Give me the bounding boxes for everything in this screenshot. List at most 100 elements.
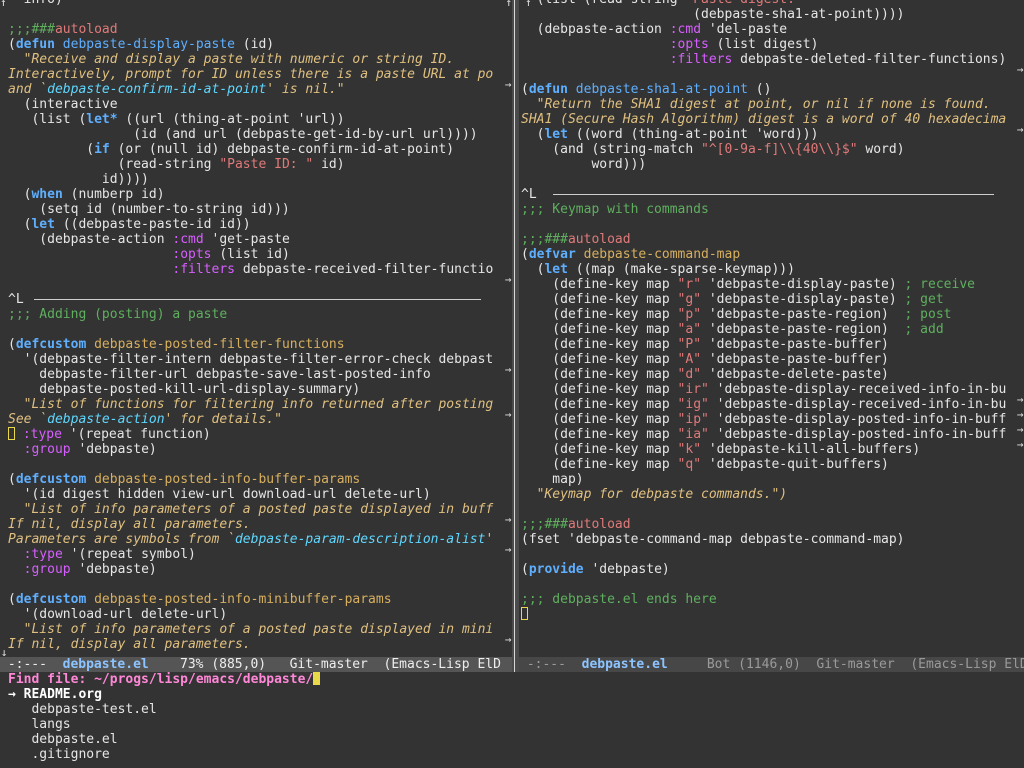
code-line[interactable]: (define-key map "q" 'debpaste-quit-buffe… xyxy=(519,457,1006,472)
code-line[interactable] xyxy=(0,7,493,22)
code-line[interactable]: (define-key map "ir" 'debpaste-display-r… xyxy=(519,382,1006,397)
code-line[interactable]: "Return the SHA1 digest at point, or nil… xyxy=(519,97,1006,112)
code-line[interactable]: (debpaste-action :cmd 'get-paste xyxy=(0,232,493,247)
code-line[interactable] xyxy=(519,172,1006,187)
code-line[interactable] xyxy=(519,67,1006,82)
code-line[interactable]: ;;; Keymap with commands xyxy=(519,202,1006,217)
code-line[interactable]: :opts (list id) xyxy=(0,247,493,262)
code-line[interactable]: ;;; Adding (posting) a paste xyxy=(0,307,493,322)
completion-candidate[interactable]: .gitignore xyxy=(0,747,1024,762)
completion-candidate[interactable]: debpaste.el xyxy=(0,732,1024,747)
code-line[interactable]: SHA1 (Secure Hash Algorithm) digest is a… xyxy=(519,112,1006,127)
code-line[interactable]: "List of info parameters of a posted pas… xyxy=(0,502,494,517)
code-line[interactable] xyxy=(0,577,493,592)
code-line[interactable]: '(debpaste-filter-intern debpaste-filter… xyxy=(0,352,494,367)
code-line[interactable]: If nil, display all parameters. xyxy=(0,517,493,532)
code-line[interactable]: debpaste-posted-kill-url-display-summary… xyxy=(0,382,493,397)
code-line[interactable]: (define-key map "A" 'debpaste-paste-buff… xyxy=(519,352,1006,367)
code-line[interactable]: (let ((word (thing-at-point 'word))) xyxy=(519,127,1006,142)
code-line[interactable]: (fset 'debpaste-command-map debpaste-com… xyxy=(519,532,1006,547)
code-line[interactable]: (when (numberp id) xyxy=(0,187,493,202)
code-line[interactable]: (debpaste-action :cmd 'del-paste xyxy=(519,22,1006,37)
code-line[interactable]: (list (read-string "Paste digest: " xyxy=(519,0,1006,7)
code-line[interactable]: ;;;###autoload xyxy=(519,232,1006,247)
code-line[interactable]: (provide 'debpaste) xyxy=(519,562,1006,577)
code-line[interactable]: '(download-url delete-url) xyxy=(0,607,493,622)
code-line[interactable]: :type '(repeat function) xyxy=(0,427,493,442)
completion-candidate[interactable]: → README.org xyxy=(0,687,1024,702)
code-line[interactable]: (interactive xyxy=(0,97,493,112)
code-line[interactable]: (defun debpaste-display-paste (id) xyxy=(0,37,493,52)
code-line[interactable] xyxy=(519,547,1006,562)
code-line[interactable]: word))) xyxy=(519,157,1006,172)
code-line[interactable] xyxy=(519,577,1006,592)
code-line[interactable]: (define-key map "p" 'debpaste-paste-regi… xyxy=(519,307,1006,322)
code-line[interactable]: ;;;###autoload xyxy=(0,22,493,37)
code-line[interactable]: (defcustom debpaste-posted-info-buffer-p… xyxy=(0,472,493,487)
left-editor-window[interactable]: ↑ ↑ info);;;###autoload(defun debpaste-d… xyxy=(0,0,512,657)
code-line[interactable]: "Keymap for debpaste commands.") xyxy=(519,487,1006,502)
code-line[interactable] xyxy=(0,322,493,337)
code-line[interactable]: (if (or (null id) debpaste-confirm-id-at… xyxy=(0,142,493,157)
code-line[interactable]: '(id digest hidden view-url download-url… xyxy=(0,487,493,502)
code-line[interactable]: (let ((map (make-sparse-keymap))) xyxy=(519,262,1006,277)
code-line[interactable]: (id (and url (debpaste-get-id-by-url url… xyxy=(0,127,493,142)
find-file-prompt-line[interactable]: Find file: ~/progs/lisp/emacs/debpaste/ xyxy=(0,672,1024,687)
code-line[interactable]: Interactively, prompt for ID unless ther… xyxy=(0,67,493,82)
code-line[interactable] xyxy=(519,607,1006,622)
mode-line-buffer-name[interactable]: debpaste.el xyxy=(63,657,149,672)
code-line[interactable]: map) xyxy=(519,472,1006,487)
right-mode-line[interactable]: -:--- debpaste.el Bot (1146,0) Git-maste… xyxy=(519,657,1024,672)
code-line[interactable]: (defcustom debpaste-posted-filter-functi… xyxy=(0,337,493,352)
minibuffer[interactable]: Find file: ~/progs/lisp/emacs/debpaste/ … xyxy=(0,672,1024,768)
window-divider[interactable] xyxy=(512,0,519,672)
code-line[interactable]: info) xyxy=(0,0,493,7)
code-line[interactable]: id)))) xyxy=(0,172,493,187)
mode-line-buffer-name[interactable]: debpaste.el xyxy=(582,657,668,672)
code-line[interactable]: (setq id (number-to-string id))) xyxy=(0,202,493,217)
code-line[interactable]: See `debpaste-action' for details." xyxy=(0,412,493,427)
code-line[interactable]: (list (let* ((url (thing-at-point 'url)) xyxy=(0,112,493,127)
code-line[interactable]: (define-key map "g" 'debpaste-display-pa… xyxy=(519,292,1006,307)
code-line[interactable]: (define-key map "ia" 'debpaste-display-p… xyxy=(519,427,1006,442)
left-mode-line[interactable]: -:--- debpaste.el 73% (885,0) Git-master… xyxy=(0,657,512,672)
code-line[interactable]: (defcustom debpaste-posted-info-minibuff… xyxy=(0,592,493,607)
code-line[interactable]: :group 'debpaste) xyxy=(0,442,493,457)
code-line[interactable]: :type '(repeat symbol) xyxy=(0,547,493,562)
code-line[interactable]: (define-key map "ig" 'debpaste-display-r… xyxy=(519,397,1006,412)
code-line[interactable]: ^L xyxy=(519,187,1006,202)
code-line[interactable]: Parameters are symbols from `debpaste-pa… xyxy=(0,532,493,547)
code-line[interactable]: :opts (list digest) xyxy=(519,37,1006,52)
completion-candidate[interactable]: langs xyxy=(0,717,1024,732)
code-line[interactable]: (define-key map "a" 'debpaste-paste-regi… xyxy=(519,322,1006,337)
code-line[interactable]: (define-key map "d" 'debpaste-delete-pas… xyxy=(519,367,1006,382)
right-editor-window[interactable]: ↑ (list (read-string "Paste digest: " (d… xyxy=(519,0,1024,657)
completion-candidate[interactable]: debpaste-test.el xyxy=(0,702,1024,717)
code-line[interactable]: and `debpaste-confirm-id-at-point' is ni… xyxy=(0,82,493,97)
code-line[interactable]: :filters debpaste-deleted-filter-functio… xyxy=(519,52,1007,67)
code-line[interactable]: :filters debpaste-received-filter-functi… xyxy=(0,262,493,277)
right-code-buffer[interactable]: (list (read-string "Paste digest: " (deb… xyxy=(519,0,1006,622)
code-line[interactable]: If nil, display all parameters. xyxy=(0,637,493,652)
code-line[interactable]: ;;;###autoload xyxy=(519,517,1006,532)
code-line[interactable]: (let ((debpaste-paste-id id)) xyxy=(0,217,493,232)
code-line[interactable]: (define-key map "r" 'debpaste-display-pa… xyxy=(519,277,1006,292)
code-line[interactable] xyxy=(519,217,1006,232)
find-file-input[interactable]: ~/progs/lisp/emacs/debpaste/ xyxy=(94,672,313,687)
code-line[interactable]: (define-key map "P" 'debpaste-paste-buff… xyxy=(519,337,1006,352)
code-line[interactable]: ;;; debpaste.el ends here xyxy=(519,592,1006,607)
code-line[interactable]: "List of functions for filtering info re… xyxy=(0,397,494,412)
code-line[interactable]: (define-key map "ip" 'debpaste-display-p… xyxy=(519,412,1006,427)
code-line[interactable]: ^L xyxy=(0,292,493,307)
code-line[interactable]: (defvar debpaste-command-map xyxy=(519,247,1006,262)
code-line[interactable]: (and (string-match "^[0-9a-f]\\{40\\}$" … xyxy=(519,142,1006,157)
code-line[interactable] xyxy=(0,277,493,292)
code-line[interactable]: debpaste-filter-url debpaste-save-last-p… xyxy=(0,367,493,382)
code-line[interactable]: "List of info parameters of a posted pas… xyxy=(0,622,494,637)
code-line[interactable]: :group 'debpaste) xyxy=(0,562,493,577)
left-code-buffer[interactable]: info) ;;;###autoload(defun debpaste-displ… xyxy=(0,0,493,652)
code-line[interactable]: (define-key map "k" 'debpaste-kill-all-b… xyxy=(519,442,1006,457)
code-line[interactable]: "Receive and display a paste with numeri… xyxy=(0,52,493,67)
code-line[interactable] xyxy=(519,502,1006,517)
code-line[interactable]: (read-string "Paste ID: " id) xyxy=(0,157,493,172)
